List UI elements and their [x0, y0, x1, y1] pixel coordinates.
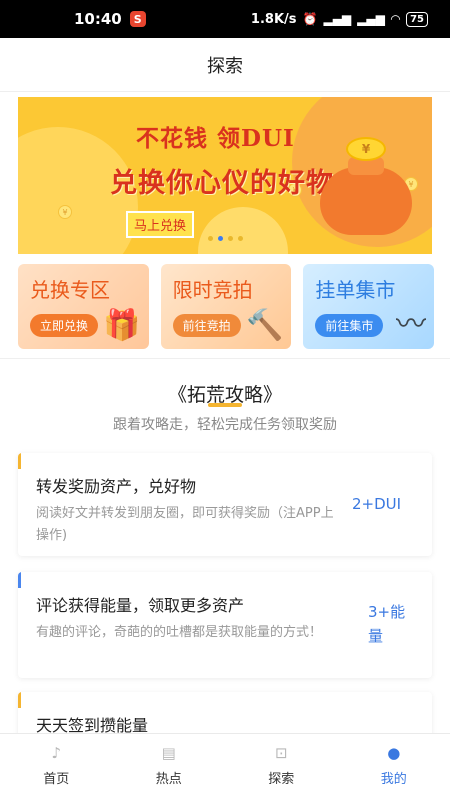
- tab-hot[interactable]: ▤ 热点: [113, 734, 226, 800]
- signal-icon: ▂▄▆: [323, 12, 352, 26]
- tab-label: 我的: [380, 772, 407, 787]
- section-underline: [208, 403, 242, 407]
- task-title: 评论获得能量，领取更多资产: [36, 596, 245, 615]
- music-note-icon: ♪: [51, 744, 62, 762]
- task-description: 有趣的评论，奇葩的的吐槽都是获取能量的方式！: [36, 625, 323, 640]
- card-button[interactable]: 前往集市: [315, 314, 384, 337]
- gift-icon: 🎁: [103, 308, 141, 343]
- carousel-dot-active[interactable]: [218, 236, 223, 241]
- banner-subheadline: 兑换你心仪的好物: [110, 168, 334, 199]
- card-button[interactable]: 前往竞拍: [172, 314, 241, 337]
- task-title: 转发奖励资产，兑好物: [36, 477, 197, 496]
- gavel-icon: 🔨: [245, 308, 284, 343]
- carousel-dot[interactable]: [208, 236, 213, 241]
- task-description: 阅读好文并转发到朋友圈，即可获得奖励（注APP上操作): [36, 506, 334, 543]
- signal-icon-2: ▂▄▆: [357, 12, 385, 26]
- battery-icon: 75: [406, 11, 428, 27]
- task-accent: [18, 453, 21, 469]
- coin-icon: ¥: [346, 137, 386, 161]
- carousel-dots[interactable]: [208, 236, 243, 241]
- status-time: 10:40: [74, 10, 122, 28]
- basket-icon: ⊡: [274, 744, 288, 762]
- card-auction[interactable]: 限时竞拍 前往竞拍 🔨: [160, 264, 292, 349]
- card-title: 限时竞拍: [172, 278, 253, 302]
- carousel-dot[interactable]: [238, 236, 243, 241]
- top-nav: 探索: [0, 38, 450, 92]
- card-button[interactable]: 立即兑换: [30, 314, 99, 337]
- tab-label: 探索: [268, 772, 295, 787]
- coin-icon: ¥: [58, 205, 72, 219]
- redeem-now-button[interactable]: 马上兑换: [126, 211, 195, 238]
- tab-home[interactable]: ♪ 首页: [0, 734, 113, 800]
- tab-label: 首页: [43, 772, 70, 787]
- bottom-tab-bar: ♪ 首页 ▤ 热点 ⊡ 探索 ● 我的: [0, 733, 450, 800]
- alarm-icon: ⏰: [302, 12, 318, 26]
- page-title: 探索: [207, 55, 243, 77]
- tab-mine[interactable]: ● 我的: [338, 734, 450, 800]
- card-market[interactable]: 挂单集市 前往集市 〰: [303, 264, 435, 349]
- quick-cards: 兑换专区 立即兑换 🎁 限时竞拍 前往竞拍 🔨 挂单集市 前往集市 〰: [18, 264, 435, 349]
- card-exchange-zone[interactable]: 兑换专区 立即兑换 🎁: [18, 264, 149, 349]
- section-subtitle: 跟着攻略走，轻松完成任务领取奖励: [113, 417, 337, 433]
- task-card[interactable]: 转发奖励资产，兑好物 阅读好文并转发到朋友圈，即可获得奖励（注APP上操作) 2…: [18, 453, 432, 556]
- card-title: 挂单集市: [315, 278, 396, 302]
- divider: [0, 358, 450, 359]
- card-title: 兑换专区: [30, 278, 110, 302]
- carousel-dot[interactable]: [228, 236, 233, 241]
- task-accent: [18, 692, 21, 708]
- user-icon: ●: [387, 744, 401, 762]
- banner-headline: 不花钱 领DUI: [136, 125, 295, 152]
- wave-icon: 〰: [396, 307, 427, 342]
- tab-explore[interactable]: ⊡ 探索: [225, 734, 338, 800]
- money-bag-icon: ¥: [316, 137, 416, 235]
- task-card[interactable]: 评论获得能量，领取更多资产 有趣的评论，奇葩的的吐槽都是获取能量的方式！ 3+能…: [18, 572, 432, 678]
- status-bar: 10:40 S 1.8K/s ⏰ ▂▄▆ ▂▄▆ ◠ 75: [0, 0, 450, 38]
- task-reward: 2+DUI: [352, 495, 402, 513]
- wifi-icon: ◠: [390, 12, 401, 26]
- money-bag-body: [320, 167, 412, 235]
- app-notification-icon: S: [129, 11, 146, 27]
- news-icon: ▤: [161, 744, 176, 762]
- status-right: 1.8K/s ⏰ ▂▄▆ ▂▄▆ ◠ 75: [250, 11, 428, 27]
- task-accent: [18, 572, 21, 588]
- task-reward: 3+能量: [368, 603, 406, 645]
- tab-label: 热点: [155, 772, 182, 787]
- promo-banner[interactable]: ¥ ¥ ¥ 不花钱 领DUI 兑换你心仪的好物 马上兑换 ¥: [18, 97, 432, 254]
- banner-decor: [198, 207, 288, 254]
- net-speed: 1.8K/s: [250, 11, 297, 27]
